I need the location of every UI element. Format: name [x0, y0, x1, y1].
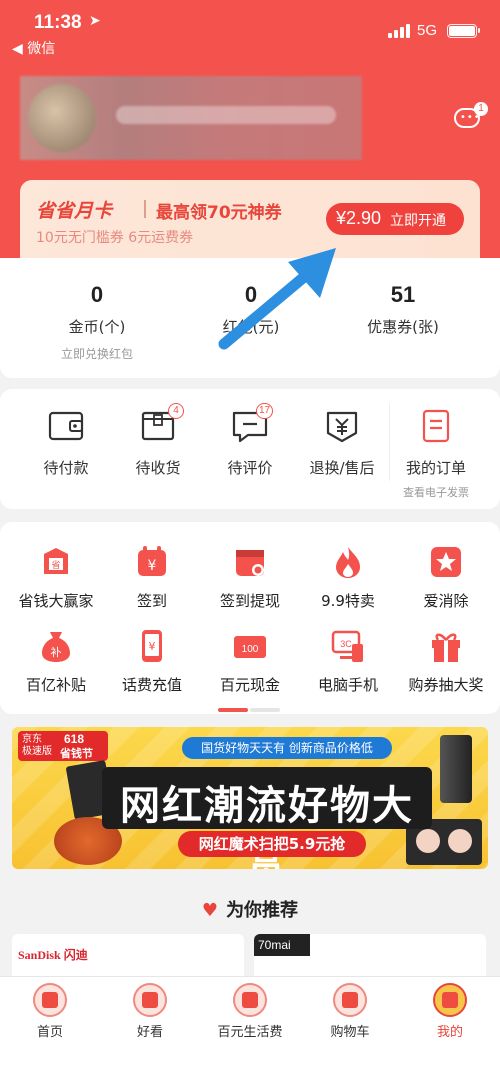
username-blurred: [116, 106, 336, 124]
svg-text:补: 补: [51, 646, 62, 659]
product-brand: SanDisk 闪迪: [18, 948, 88, 962]
jd-618-tag: 京东 极速版 618 省钱节: [18, 731, 108, 761]
promo-pill: 网红魔术扫把5.9元抢: [178, 831, 366, 857]
home-icon: [33, 983, 67, 1017]
divider: [144, 200, 146, 218]
tab-cart[interactable]: 购物车: [300, 983, 400, 1040]
svg-text:¥: ¥: [149, 640, 156, 653]
service-elimination-game[interactable]: 爱消除: [396, 544, 496, 611]
gift-icon: [428, 628, 464, 664]
calendar-icon: ¥: [134, 544, 170, 580]
package-icon: 4: [138, 403, 184, 445]
cart-icon: [333, 983, 367, 1017]
bottom-tabbar: 首页 好看 百元生活费 购物车 我的: [0, 976, 500, 1082]
status-time: 11:38: [34, 12, 82, 33]
back-to-wechat[interactable]: ◀ 微信: [12, 38, 55, 58]
recommend-card[interactable]: 70mai: [254, 934, 486, 976]
order-pending-receipt[interactable]: 4 待收货: [108, 403, 208, 478]
svg-text:3C: 3C: [340, 639, 352, 649]
battery-icon: [447, 24, 480, 38]
tab-profile[interactable]: 我的: [400, 983, 500, 1040]
calendar-cash-icon: [232, 544, 268, 580]
avatar[interactable]: [28, 84, 96, 152]
svg-text:¥: ¥: [148, 558, 157, 574]
service-flash-sale[interactable]: 9.9特卖: [298, 544, 398, 611]
svg-text:省: 省: [51, 559, 60, 571]
profile-icon: [433, 983, 467, 1017]
user-profile-blurred[interactable]: [20, 76, 362, 160]
card-cta: 立即开通: [390, 213, 446, 229]
svg-text:100: 100: [242, 644, 259, 655]
refund-icon: [322, 407, 362, 445]
order-section: 待付款 4 待收货 17 待评价 退换/售后 我的订单 查看电子发票: [0, 389, 500, 509]
annotation-arrow: [218, 248, 336, 350]
computer-icon: 3C: [330, 628, 366, 664]
redeem-link[interactable]: 立即兑换红包: [17, 345, 177, 362]
service-computers-phones[interactable]: 3C 电脑手机: [298, 628, 398, 695]
stat-coins[interactable]: 0 金币(个) 立即兑换红包: [17, 282, 177, 362]
order-pending-review[interactable]: 17 待评价: [200, 403, 300, 478]
money-bag-icon: 省: [38, 544, 74, 580]
recommend-title: ♥ 为你推荐: [201, 900, 299, 921]
service-hundred-cash[interactable]: 100 百元现金: [200, 628, 300, 695]
promo-topline: 国货好物天天有 创新商品价格低: [182, 737, 392, 759]
service-checkin[interactable]: ¥ 签到: [102, 544, 202, 611]
tab-home[interactable]: 首页: [0, 983, 100, 1040]
service-coupon-lottery[interactable]: 购券抽大奖: [396, 628, 496, 695]
video-icon: [133, 983, 167, 1017]
promo-banner[interactable]: 京东极速版 618 省钱节 国货好物天天有 创新商品价格低 网红潮流好物大赏 网…: [12, 727, 488, 869]
recommend-card[interactable]: SanDisk 闪迪: [12, 934, 244, 976]
location-icon: ➤: [89, 13, 101, 29]
subsidy-bag-icon: 补: [38, 628, 74, 664]
product-image: [440, 735, 472, 803]
message-button[interactable]: ••• 1: [454, 102, 488, 132]
orders-icon: [416, 407, 456, 445]
heart-icon: ♥: [201, 900, 219, 921]
comment-icon: 17: [230, 403, 274, 445]
order-pending-payment[interactable]: 待付款: [16, 407, 116, 478]
service-subsidy[interactable]: 补 百亿补贴: [6, 628, 106, 695]
card-subtitle: 最高领70元神券: [156, 203, 282, 223]
services-grid: 省 省钱大赢家 ¥ 签到 签到提现 9.9特卖 爱消除 补 百亿补贴 ¥ 话费充…: [0, 522, 500, 714]
receipt-badge: 4: [168, 403, 184, 419]
product-brand: 70mai: [254, 934, 310, 956]
status-bar: 11:38 ➤ ◀ 微信 5G: [0, 0, 500, 57]
tab-allowance[interactable]: 百元生活费: [200, 983, 300, 1040]
network-type: 5G: [417, 22, 438, 39]
service-saving-winner[interactable]: 省 省钱大赢家: [6, 544, 106, 611]
tab-watch[interactable]: 好看: [100, 983, 200, 1040]
allowance-icon: [233, 983, 267, 1017]
promo-headline: 网红潮流好物大赏: [102, 767, 432, 869]
my-orders[interactable]: 我的订单 查看电子发票: [386, 407, 486, 500]
service-checkin-withdraw[interactable]: 签到提现: [200, 544, 300, 611]
service-phone-recharge[interactable]: ¥ 话费充值: [102, 628, 202, 695]
grid-page-indicator: [218, 708, 280, 712]
message-badge: 1: [474, 102, 488, 116]
card-title: 省省月卡: [36, 200, 113, 222]
phone-icon: ¥: [134, 628, 170, 664]
card-desc: 10元无门槛券 6元运费券: [36, 230, 194, 246]
wallet-icon: [46, 407, 86, 445]
cash-icon: 100: [232, 628, 268, 664]
e-invoice-link[interactable]: 查看电子发票: [386, 484, 486, 500]
order-refund[interactable]: 退换/售后: [292, 407, 392, 478]
review-badge: 17: [256, 403, 274, 419]
star-icon: [428, 544, 464, 580]
flame-icon: [330, 544, 366, 580]
signal-icon: [388, 24, 412, 38]
card-price: ¥2.90: [336, 208, 382, 228]
